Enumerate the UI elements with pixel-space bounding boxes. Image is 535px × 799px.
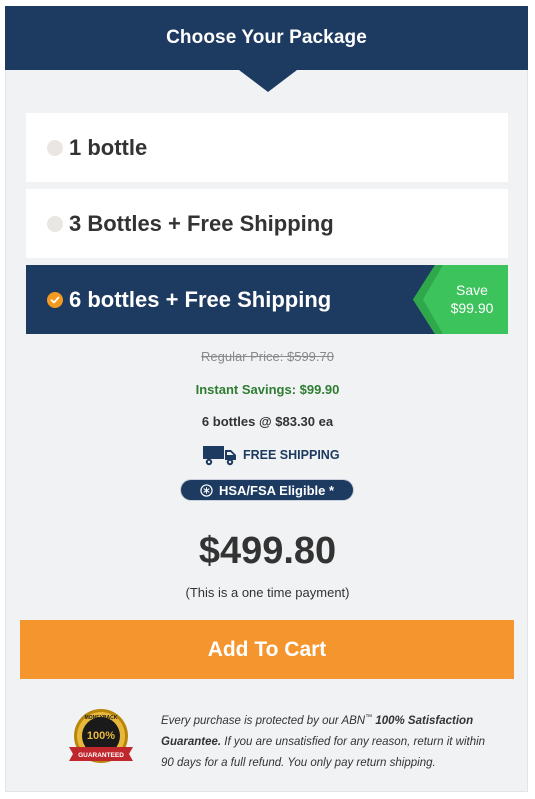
save-amount: $99.90 [450, 300, 494, 316]
guarantee-text: Every purchase is protected by our ABN™ … [161, 707, 501, 774]
instant-savings: Instant Savings: $99.90 [195, 382, 340, 397]
hsa-label: HSA/FSA Eligible * [218, 482, 335, 498]
free-shipping: FREE SHIPPING [203, 444, 340, 466]
package-label: 3 Bottles + Free Shipping [69, 210, 334, 236]
guarantee-intro: Every purchase is protected by our ABN [161, 714, 366, 727]
svg-text:100%: 100% [87, 730, 115, 742]
regular-price: Regular Price: $599.70 [201, 349, 334, 364]
radio-button[interactable] [47, 215, 63, 232]
add-to-cart-button[interactable]: Add To Cart [20, 620, 514, 679]
package-label: 1 bottle [69, 134, 148, 160]
medical-icon [200, 483, 213, 497]
save-text: Save $99.90 [436, 281, 508, 317]
per-bottle-price: 6 bottles @ $83.30 ea [201, 414, 334, 429]
shipping-label: FREE SHIPPING [243, 448, 340, 462]
check-icon [50, 296, 60, 303]
package-option-6-bottles[interactable]: 6 bottles + Free Shipping Save $99.90 [26, 265, 508, 334]
header-title: Choose Your Package [166, 27, 367, 48]
radio-checked[interactable] [47, 291, 63, 308]
svg-text:MONEYBACK: MONEYBACK [85, 715, 118, 721]
save-label: Save [456, 282, 488, 298]
package-option-1-bottle[interactable]: 1 bottle [26, 113, 508, 182]
save-badge: Save $99.90 [413, 265, 508, 334]
add-to-cart-label: Add To Cart [207, 637, 327, 661]
payment-note: (This is a one time payment) [185, 585, 350, 600]
radio-button[interactable] [47, 139, 63, 156]
truck-icon [203, 446, 236, 466]
package-label: 6 bottles + Free Shipping [69, 286, 332, 312]
package-header: Choose Your Package [5, 6, 528, 70]
money-back-seal-icon: 100% GUARANTEED MONEYBACK [69, 709, 133, 763]
hsa-fsa-badge: HSA/FSA Eligible * [181, 480, 353, 500]
header-arrow [239, 70, 297, 92]
total-price: $499.80 [198, 530, 337, 572]
package-option-3-bottles[interactable]: 3 Bottles + Free Shipping [26, 189, 508, 258]
svg-text:GUARANTEED: GUARANTEED [78, 752, 124, 759]
